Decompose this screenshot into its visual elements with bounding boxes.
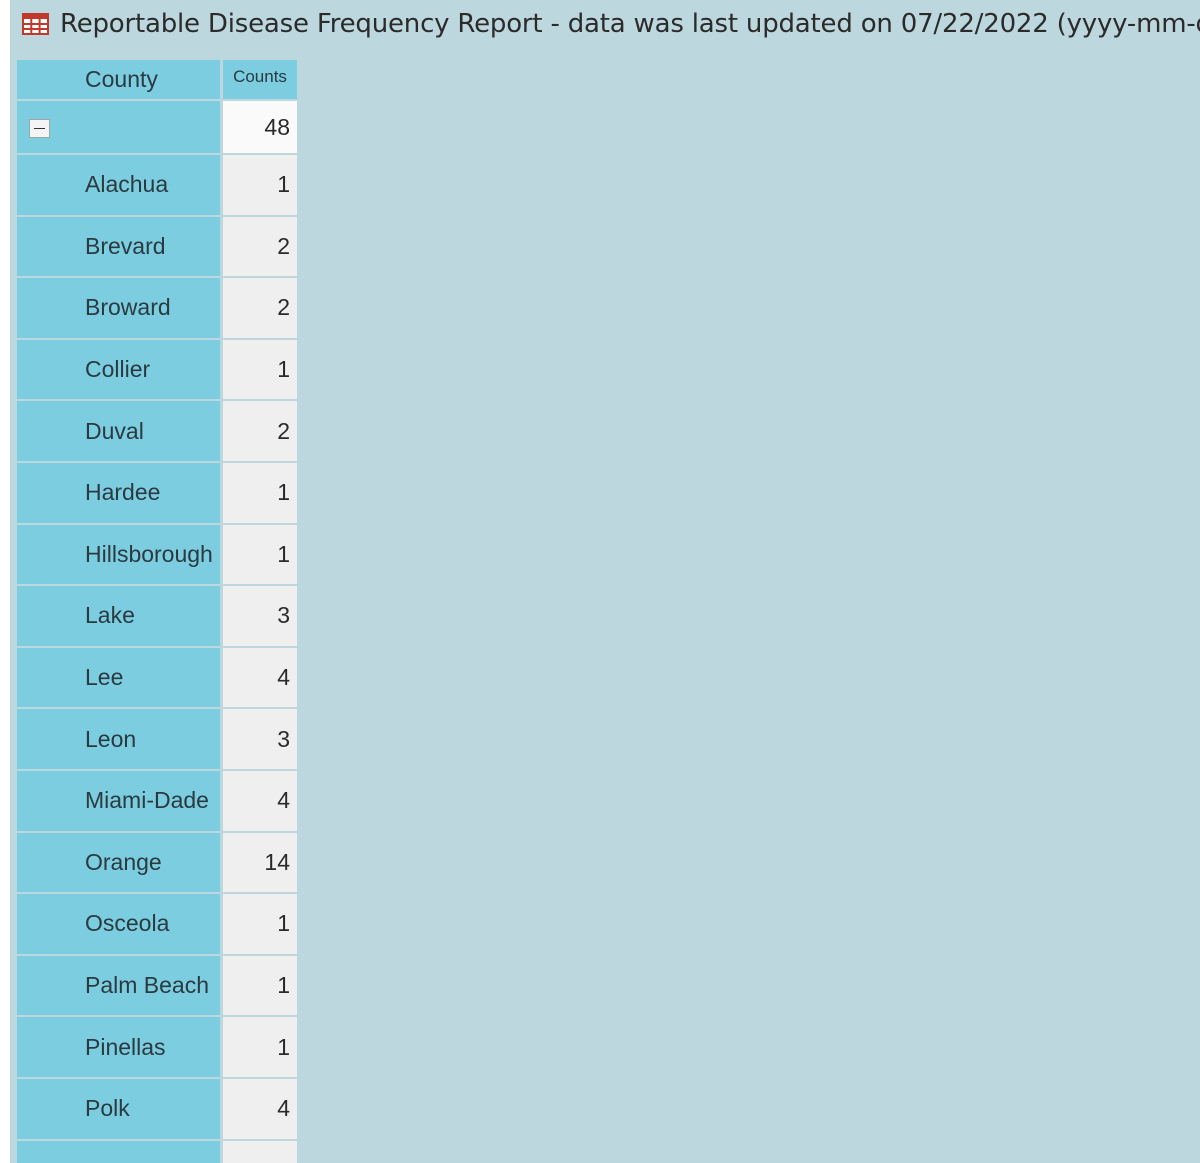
- table-row: Hardee 1: [17, 462, 297, 525]
- table-row: Orange 14: [17, 832, 297, 895]
- count-cell: 3: [223, 586, 297, 648]
- pivot-body: 48 Alachua 1 Brevard 2 Broward 2 Collier 1 Duval…: [17, 101, 297, 1163]
- table-row: Lake 3: [17, 586, 297, 648]
- table-row: Palm Beach 1: [17, 955, 297, 1018]
- county-cell[interactable]: Lake: [17, 586, 223, 648]
- count-cell: [223, 1140, 297, 1163]
- table-row: Duval 2: [17, 401, 297, 463]
- county-cell[interactable]: Hillsborough: [17, 524, 223, 587]
- pivot-table: County Counts 48 Alachua 1 Brevard 2 Broward…: [17, 60, 297, 1163]
- table-row: Collier 1: [17, 339, 297, 402]
- total-count: 48: [223, 101, 297, 155]
- count-cell: 4: [223, 770, 297, 833]
- county-cell[interactable]: Osceola: [17, 894, 223, 956]
- county-cell[interactable]: Leon: [17, 709, 223, 771]
- county-cell[interactable]: Brevard: [17, 216, 223, 279]
- count-cell: 1: [223, 894, 297, 956]
- table-row: Broward 2: [17, 278, 297, 340]
- count-cell: 1: [223, 462, 297, 525]
- report-title-bar: Reportable Disease Frequency Report - da…: [22, 6, 1200, 42]
- county-cell[interactable]: Polk: [17, 1078, 223, 1141]
- column-header-counts[interactable]: Counts: [223, 60, 297, 101]
- table-row: Brevard 2: [17, 216, 297, 279]
- table-row: [17, 1140, 297, 1163]
- table-grid-icon: [22, 13, 49, 35]
- report-panel: Reportable Disease Frequency Report - da…: [10, 0, 1200, 1163]
- county-cell[interactable]: Alachua: [17, 155, 223, 217]
- count-cell: 2: [223, 278, 297, 340]
- total-row: 48: [17, 101, 297, 155]
- count-cell: 1: [223, 955, 297, 1018]
- report-title: Reportable Disease Frequency Report - da…: [60, 9, 1200, 39]
- collapse-icon[interactable]: [29, 118, 50, 138]
- county-cell[interactable]: Miami-Dade: [17, 770, 223, 833]
- count-cell: 4: [223, 647, 297, 710]
- count-cell: 1: [223, 155, 297, 217]
- table-row: Hillsborough 1: [17, 524, 297, 587]
- count-cell: 2: [223, 401, 297, 463]
- count-cell: 1: [223, 339, 297, 402]
- count-cell: 14: [223, 832, 297, 895]
- table-row: Alachua 1: [17, 155, 297, 217]
- table-row: Lee 4: [17, 647, 297, 710]
- county-cell[interactable]: Orange: [17, 832, 223, 895]
- table-row: Pinellas 1: [17, 1017, 297, 1079]
- total-label-cell: [17, 101, 223, 155]
- count-cell: 4: [223, 1078, 297, 1141]
- column-header-county[interactable]: County: [17, 60, 223, 101]
- county-cell[interactable]: Pinellas: [17, 1017, 223, 1079]
- table-row: Miami-Dade 4: [17, 770, 297, 833]
- county-cell[interactable]: Broward: [17, 278, 223, 340]
- county-cell[interactable]: Hardee: [17, 462, 223, 525]
- header-row: County Counts: [17, 60, 297, 101]
- county-cell[interactable]: Palm Beach: [17, 955, 223, 1018]
- count-cell: 1: [223, 524, 297, 587]
- county-cell[interactable]: Lee: [17, 647, 223, 710]
- count-cell: 1: [223, 1017, 297, 1079]
- count-cell: 2: [223, 216, 297, 279]
- county-cell[interactable]: [17, 1140, 223, 1163]
- table-row: Osceola 1: [17, 894, 297, 956]
- county-cell[interactable]: Duval: [17, 401, 223, 463]
- count-cell: 3: [223, 709, 297, 771]
- table-row: Leon 3: [17, 709, 297, 771]
- county-cell[interactable]: Collier: [17, 339, 223, 402]
- table-row: Polk 4: [17, 1078, 297, 1141]
